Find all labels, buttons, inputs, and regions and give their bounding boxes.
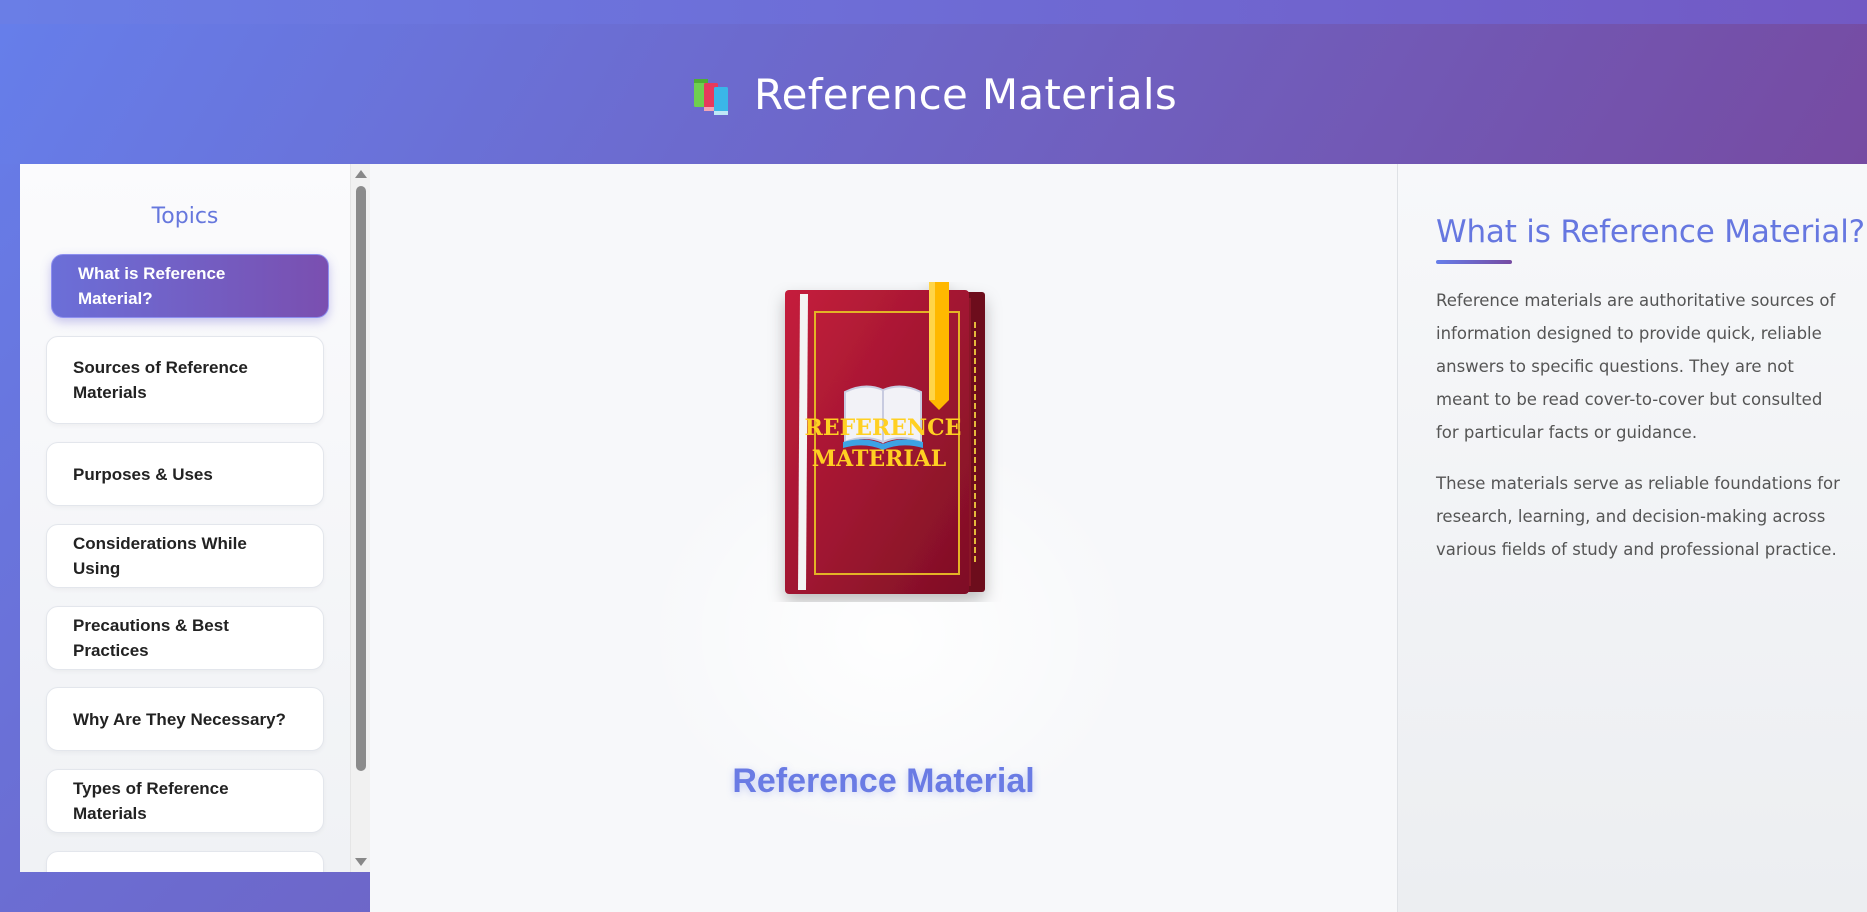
sidebar-item-label: Precautions & Best Practices (73, 616, 229, 660)
reference-book-illustration[interactable]: REFERENCE MATERIAL (765, 282, 1005, 602)
books-icon (690, 71, 736, 117)
scroll-down-arrow-icon[interactable] (355, 858, 367, 866)
scroll-up-arrow-icon[interactable] (355, 170, 367, 178)
sidebar-item-precautions[interactable]: Precautions & Best Practices (46, 606, 324, 670)
window-top-strip (0, 0, 1867, 24)
sidebar-item-label: Types of Reference Materials (73, 779, 229, 823)
info-paragraph: These materials serve as reliable founda… (1436, 474, 1840, 559)
info-heading: What is Reference Material? (1436, 214, 1865, 250)
scrollbar-thumb[interactable] (356, 186, 366, 771)
sidebar-item-label: Considerations While Using (73, 534, 247, 578)
sidebar-item-label: What is Reference Material? (78, 264, 226, 308)
sidebar-item-label: Why Are They Necessary? (73, 709, 286, 729)
visual-stage: REFERENCE MATERIAL Reference Material (370, 164, 1397, 912)
sidebar-item-label: Purposes & Uses (73, 464, 213, 484)
sidebar-item-sources[interactable]: Sources of Reference Materials (46, 336, 324, 424)
book-cover-line1: REFERENCE (805, 415, 962, 441)
page-title: Reference Materials (753, 69, 1178, 119)
sidebar-item-types[interactable]: Types of Reference Materials (46, 769, 324, 833)
sidebar-item-purposes-uses[interactable]: Purposes & Uses (46, 442, 324, 506)
sidebar-item-what-is-reference-material[interactable]: What is Reference Material? (51, 254, 329, 318)
sidebar-item-considerations[interactable]: Considerations While Using (46, 524, 324, 588)
sidebar-scrollbar[interactable] (350, 164, 370, 872)
sidebar-item-label: Sources of Reference Materials (73, 358, 248, 402)
page-header: Reference Materials (0, 24, 1867, 164)
sidebar-title: Topics (151, 204, 219, 229)
book-cover-line2: MATERIAL (812, 446, 946, 472)
info-panel: What is Reference Material? Reference ma… (1397, 164, 1867, 912)
sidebar-item-next[interactable] (46, 851, 324, 872)
topics-sidebar[interactable]: Topics What is Reference Material? Sourc… (20, 164, 370, 872)
stage-caption: Reference Material (732, 762, 1035, 800)
info-paragraph: Reference materials are authoritative so… (1436, 291, 1836, 442)
heading-underline (1436, 260, 1512, 264)
sidebar-item-why-necessary[interactable]: Why Are They Necessary? (46, 687, 324, 751)
